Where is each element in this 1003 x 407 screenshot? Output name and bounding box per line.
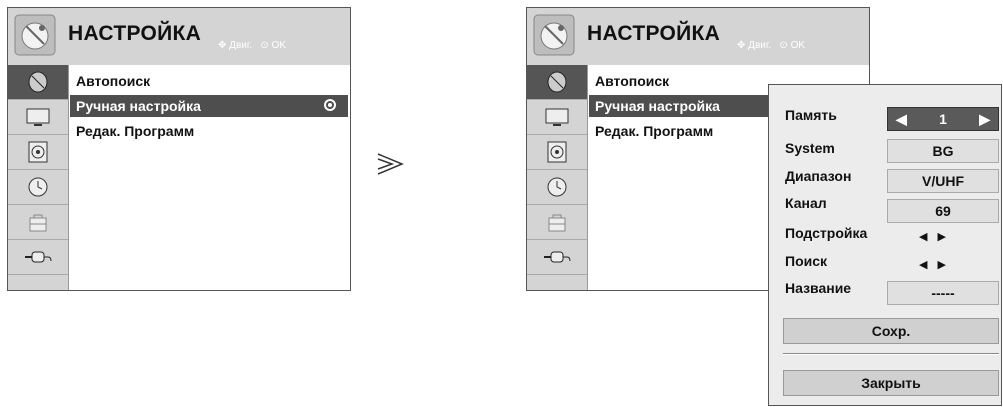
right-arrow-icon[interactable]: ▶ <box>979 111 990 128</box>
left-arrow-icon[interactable]: ◀ <box>896 111 907 128</box>
page-title: НАСТРОЙКА <box>587 22 721 45</box>
menu-item-label: Ручная настройка <box>76 98 201 114</box>
next-step-arrow <box>376 150 406 183</box>
save-button[interactable]: Сохр. <box>783 318 999 344</box>
sidebar-item-sound[interactable] <box>8 135 68 170</box>
system-label: System <box>785 140 835 156</box>
nav-hint: ✥ Двиг. ⊙ OK <box>737 40 806 51</box>
sidebar-item-sound[interactable] <box>527 135 587 170</box>
speaker-icon <box>28 141 48 163</box>
close-button[interactable]: Закрыть <box>783 370 999 396</box>
ok-icon: ⊙ <box>779 40 788 51</box>
dpad-icon: ✥ <box>737 40 746 51</box>
sidebar-item-time[interactable] <box>527 170 587 205</box>
input-plug-icon <box>25 251 52 263</box>
satellite-dish-icon <box>28 71 48 93</box>
ok-icon: ⊙ <box>260 40 269 51</box>
sidebar-item-time[interactable] <box>8 170 68 205</box>
double-chevron-icon <box>377 153 404 175</box>
left-setup-menu: НАСТРОЙКА ✥ Двиг. ⊙ OK Автопоиск Ручная … <box>7 7 351 291</box>
page-title: НАСТРОЙКА <box>68 22 202 45</box>
menu-header: НАСТРОЙКА ✥ Двиг. ⊙ OK <box>8 8 350 65</box>
finetune-label: Подстройка <box>785 225 868 241</box>
sidebar <box>527 65 588 290</box>
clock-icon <box>28 177 48 197</box>
channel-value[interactable]: 69 <box>887 199 999 223</box>
right-arrow-icon[interactable]: ▶ <box>937 231 955 243</box>
menu-item-manual-tuning[interactable]: Ручная настройка <box>70 95 348 117</box>
sidebar-item-input[interactable] <box>527 240 587 275</box>
memory-label: Память <box>785 107 837 123</box>
nav-hint: ✥ Двиг. ⊙ OK <box>218 40 287 51</box>
selected-radio-icon <box>324 99 336 111</box>
search-arrows[interactable]: ◀▶ <box>919 258 956 271</box>
manual-tuning-submenu: Память ◀ 1 ▶ System BG Диапазон V/UHF Ка… <box>768 84 1002 406</box>
lock-icon <box>29 214 47 232</box>
menu-header: НАСТРОЙКА ✥ Двиг. ⊙ OK <box>527 8 869 65</box>
right-arrow-icon[interactable]: ▶ <box>937 259 955 271</box>
name-value[interactable]: ----- <box>887 281 999 305</box>
satellite-dish-logo-icon <box>14 14 56 56</box>
sidebar-item-picture[interactable] <box>8 100 68 135</box>
tv-screen-icon <box>545 108 569 126</box>
menu-item-edit-programs[interactable]: Редак. Программ <box>76 120 194 142</box>
sidebar-item-lock[interactable] <box>527 205 587 240</box>
band-value[interactable]: V/UHF <box>887 169 999 193</box>
divider <box>783 353 999 355</box>
sidebar-item-input[interactable] <box>8 240 68 275</box>
speaker-icon <box>547 141 567 163</box>
sidebar-item-picture[interactable] <box>527 100 587 135</box>
lock-icon <box>548 214 566 232</box>
menu-item-autosearch[interactable]: Автопоиск <box>595 70 669 92</box>
dpad-icon: ✥ <box>218 40 227 51</box>
input-plug-icon <box>544 251 571 263</box>
sidebar-item-lock[interactable] <box>8 205 68 240</box>
finetune-arrows[interactable]: ◀▶ <box>919 230 956 243</box>
menu-item-autosearch[interactable]: Автопоиск <box>76 70 150 92</box>
left-arrow-icon[interactable]: ◀ <box>919 231 937 243</box>
tv-screen-icon <box>26 108 50 126</box>
system-value[interactable]: BG <box>887 139 999 163</box>
band-label: Диапазон <box>785 168 852 184</box>
left-arrow-icon[interactable]: ◀ <box>919 259 937 271</box>
menu-item-label: Ручная настройка <box>595 98 720 114</box>
clock-icon <box>547 177 567 197</box>
sidebar <box>8 65 69 290</box>
satellite-dish-icon <box>547 71 567 93</box>
memory-selector[interactable]: ◀ 1 ▶ <box>887 107 999 131</box>
channel-label: Канал <box>785 195 827 211</box>
search-label: Поиск <box>785 253 828 269</box>
satellite-dish-logo-icon <box>533 14 575 56</box>
menu-item-edit-programs[interactable]: Редак. Программ <box>595 120 713 142</box>
memory-value: 1 <box>939 111 947 127</box>
sidebar-item-setup[interactable] <box>8 65 68 100</box>
name-label: Название <box>785 280 852 296</box>
sidebar-item-setup[interactable] <box>527 65 587 100</box>
